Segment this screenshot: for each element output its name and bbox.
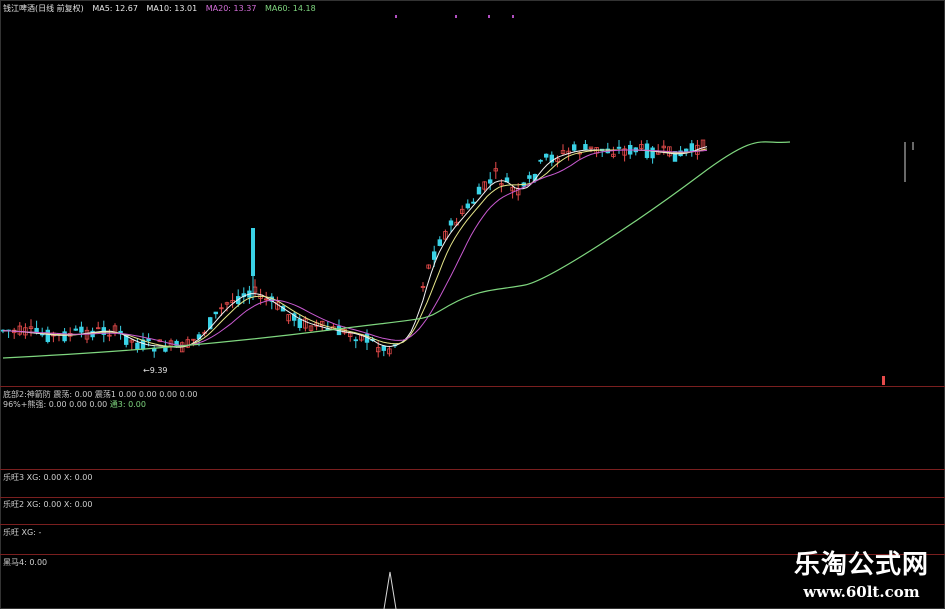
subpane-lewang-label: 乐旺 XG: -	[3, 528, 42, 537]
candle-body	[213, 311, 218, 315]
ma10-line	[2, 148, 708, 348]
ma20-label: MA20: 13.37	[205, 4, 257, 13]
subpane-heima4-label: 黑马4: 0.00	[3, 558, 48, 567]
watermark: 乐淘公式网 www.60lt.com	[794, 544, 929, 601]
candle-body	[487, 179, 493, 184]
watermark-title: 乐淘公式网	[793, 550, 929, 580]
ma60-line	[2, 141, 791, 359]
candle-body	[62, 331, 67, 342]
stock-title: 钱江啤酒(日线 前复权)	[3, 4, 84, 13]
candle-body	[476, 186, 482, 195]
signal-marker	[395, 15, 397, 18]
candle-body	[146, 338, 151, 342]
candle-body	[297, 318, 302, 328]
candle-body	[431, 251, 437, 260]
candle-body	[689, 143, 694, 152]
candle-body	[79, 326, 84, 333]
candle-body	[448, 220, 454, 226]
ma10-label: MA10: 13.01	[146, 4, 198, 13]
candle-body	[544, 153, 549, 158]
indicator-row-2-tag: 通3: 0.00	[109, 400, 146, 409]
main-pane-header: 钱江啤酒(日线 前复权) MA5: 12.67 MA10: 13.01 MA20…	[3, 4, 322, 14]
signal-marker	[512, 15, 514, 18]
indicator-row-2-prefix: 96%+熊强: 0.00 0.00 0.00	[3, 400, 108, 409]
candle-body	[353, 339, 358, 342]
candle-body	[251, 228, 255, 276]
subpane-separator	[0, 469, 945, 470]
candle-body	[471, 201, 476, 204]
candle-body	[583, 144, 588, 150]
candle-body	[572, 144, 577, 151]
subpane-separator	[0, 497, 945, 498]
kline-chart[interactable]	[0, 0, 945, 609]
signal-spike	[383, 571, 397, 609]
signal-marker	[455, 15, 457, 18]
candle-body	[538, 159, 543, 162]
candle-body	[616, 146, 622, 149]
candle-body	[650, 147, 655, 159]
signal-marker	[488, 15, 490, 18]
ma5-label: MA5: 12.67	[92, 4, 138, 13]
candle-body	[135, 342, 140, 350]
subpane-lewang2-label: 乐旺2 XG: 0.00 X: 0.00	[3, 500, 93, 509]
candle-body	[381, 345, 386, 351]
low-price-marker: ←9.39	[143, 366, 168, 376]
subpane-lewang3-label: 乐旺3 XG: 0.00 X: 0.00	[3, 473, 93, 482]
main-pane-separator	[0, 386, 945, 387]
indicator-row-1: 底部2:神箭防 震荡: 0.00 震荡1 0.00 0.00 0.00 0.00	[3, 390, 198, 399]
low-price-arrow: ←	[143, 366, 150, 375]
low-price-value: 9.39	[149, 366, 168, 375]
watermark-url: www.60lt.com	[803, 583, 920, 601]
candle-body	[527, 175, 532, 179]
candle-body	[465, 203, 470, 209]
candle-body	[437, 239, 442, 246]
indicator-row-2: 96%+熊强: 0.00 0.00 0.00 通3: 0.00	[3, 400, 146, 410]
candle-body	[73, 328, 78, 331]
ma60-label: MA60: 14.18	[265, 4, 316, 13]
volume-bar	[882, 376, 885, 385]
subpane-separator	[0, 524, 945, 525]
candle-body	[45, 329, 50, 342]
ma5-line	[2, 146, 708, 348]
ma20-line	[2, 149, 708, 346]
